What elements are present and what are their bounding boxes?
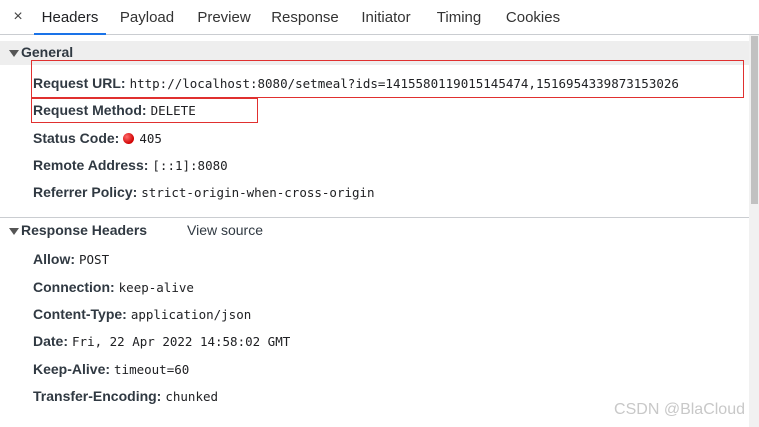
header-value: timeout=60 <box>114 362 190 377</box>
response-header-row: Transfer-Encoding: chunked <box>33 388 218 404</box>
close-icon[interactable]: × <box>10 7 26 27</box>
header-key: Date: <box>33 333 69 349</box>
response-headers-section-header[interactable]: Response Headers View source <box>0 217 749 242</box>
header-key: Content-Type: <box>33 306 127 322</box>
remote-address-key: Remote Address: <box>33 157 149 173</box>
header-key: Connection: <box>33 279 115 295</box>
remote-address-value: [::1]:8080 <box>152 158 228 173</box>
header-key: Keep-Alive: <box>33 361 111 377</box>
status-code-value: 405 <box>139 131 162 146</box>
request-method-highlight-box <box>31 98 258 123</box>
referrer-policy-value: strict-origin-when-cross-origin <box>141 185 375 200</box>
referrer-policy-key: Referrer Policy: <box>33 184 138 200</box>
response-header-row: Keep-Alive: timeout=60 <box>33 361 189 377</box>
header-value: Fri, 22 Apr 2022 14:58:02 GMT <box>72 334 291 349</box>
tab-cookies[interactable]: Cookies <box>500 0 566 34</box>
header-key: Transfer-Encoding: <box>33 388 162 404</box>
collapse-triangle-icon[interactable] <box>9 228 19 235</box>
section-title-general: General <box>21 44 74 60</box>
view-source-link[interactable]: View source <box>187 222 263 238</box>
response-header-row: Date: Fri, 22 Apr 2022 14:58:02 GMT <box>33 333 290 349</box>
request-url-highlight-box <box>31 60 744 98</box>
tab-headers[interactable]: Headers <box>34 0 106 35</box>
watermark: CSDN @BlaCloud <box>614 401 745 418</box>
scrollbar-thumb[interactable] <box>751 36 758 204</box>
header-value: application/json <box>130 307 252 322</box>
header-value: chunked <box>165 389 219 404</box>
tab-preview[interactable]: Preview <box>191 0 257 34</box>
tab-payload[interactable]: Payload <box>115 0 179 34</box>
referrer-policy-row: Referrer Policy: strict-origin-when-cross… <box>33 184 375 200</box>
collapse-triangle-icon[interactable] <box>9 50 19 57</box>
response-header-row: Content-Type: application/json <box>33 306 251 322</box>
status-error-dot-icon <box>123 133 135 144</box>
remote-address-row: Remote Address: [::1]:8080 <box>33 157 228 173</box>
status-code-key: Status Code: <box>33 130 120 146</box>
section-title-response-headers: Response Headers <box>21 222 148 238</box>
tab-timing[interactable]: Timing <box>429 0 489 34</box>
header-value: POST <box>79 252 110 267</box>
response-header-row: Allow: POST <box>33 251 109 267</box>
header-key: Allow: <box>33 251 75 267</box>
status-code-row: Status Code: 405 <box>33 130 162 146</box>
tab-response[interactable]: Response <box>266 0 344 34</box>
tab-initiator[interactable]: Initiator <box>354 0 418 34</box>
response-header-row: Connection: keep-alive <box>33 279 194 295</box>
header-value: keep-alive <box>118 280 194 295</box>
devtools-tab-bar: × Headers Payload Preview Response Initi… <box>0 0 759 35</box>
